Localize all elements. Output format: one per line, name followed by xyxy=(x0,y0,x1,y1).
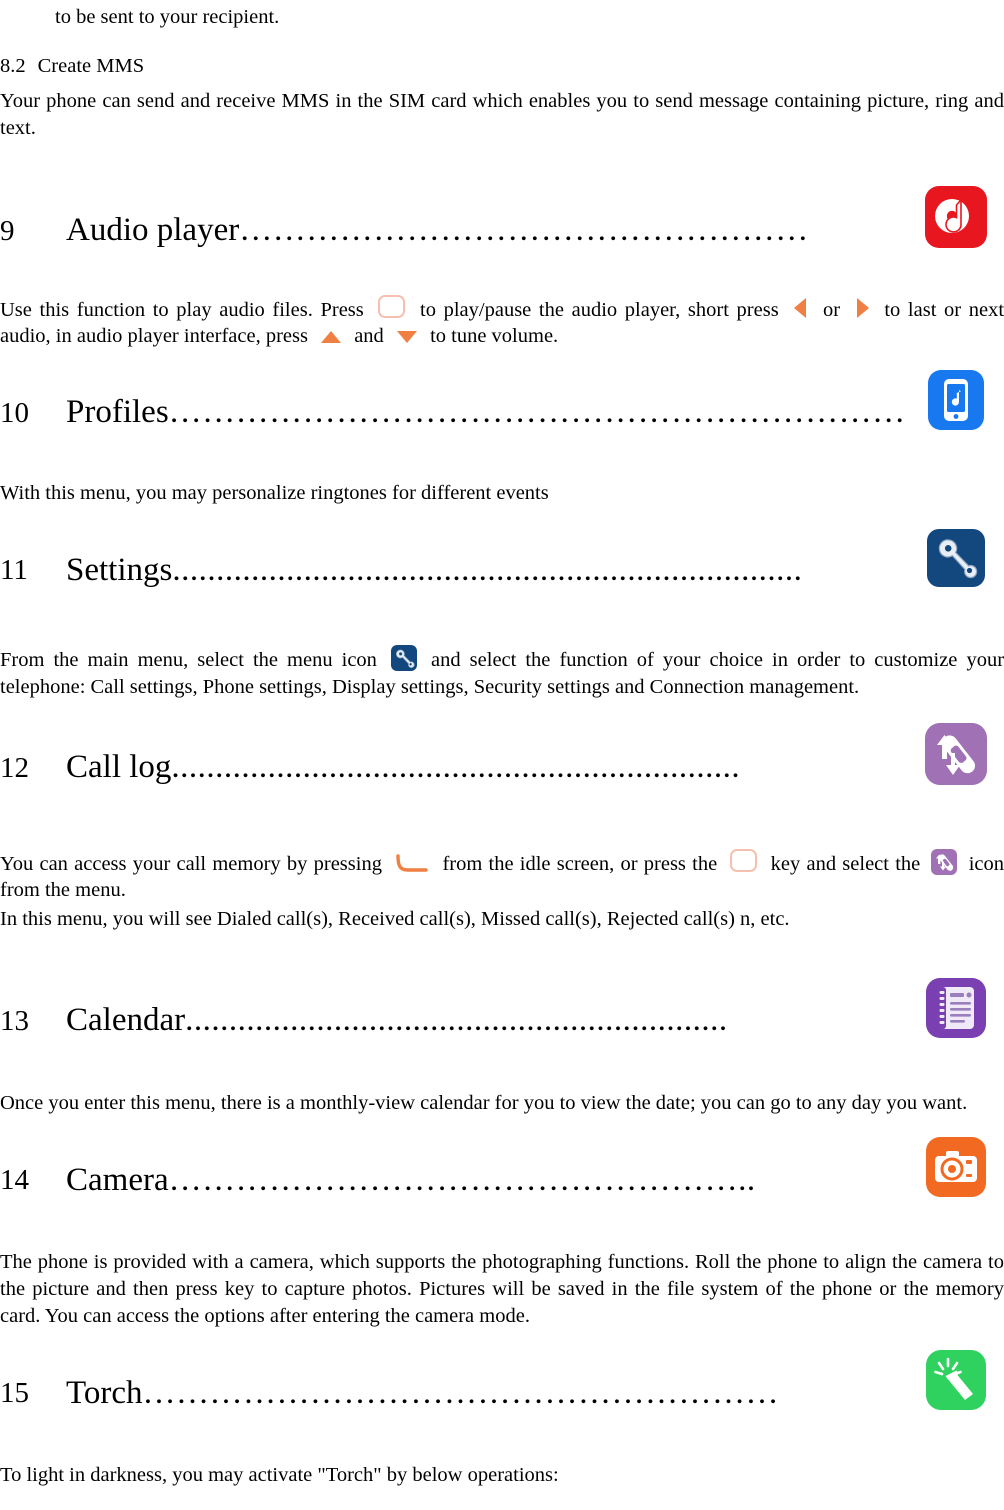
leader-dots: ………………………………………………… xyxy=(142,1375,779,1411)
torch-icon xyxy=(926,1350,986,1411)
calendar-body: Once you enter this menu, there is a mon… xyxy=(0,1091,968,1114)
chapter-title: Settings xyxy=(66,552,173,588)
chapter-icon-slot xyxy=(908,722,1004,785)
torch-body: To light in darkness, you may activate "… xyxy=(0,1464,559,1487)
chapter-heading-settings: 11 Settings ............................… xyxy=(0,529,1004,588)
call-key-icon xyxy=(395,854,429,874)
settings-body: From the main menu, select the menu icon… xyxy=(0,645,1004,700)
leader-dots: ........................................… xyxy=(172,552,803,588)
section-title: Create MMS xyxy=(37,54,145,77)
settings-icon xyxy=(390,645,417,672)
chapter-title: Audio player xyxy=(66,212,240,248)
call-log-body: You can access your call memory by press… xyxy=(0,848,1004,904)
ok-key-icon xyxy=(378,294,406,318)
chapter-heading-call-log: 12 Call log ............................… xyxy=(0,722,1004,785)
chapter-title: Torch xyxy=(66,1375,143,1411)
chapter-icon-slot xyxy=(908,977,1004,1038)
chapter-title: Call log xyxy=(66,750,172,785)
chapter-icon-slot xyxy=(908,185,1004,248)
profiles-icon xyxy=(928,369,984,430)
audio-text-6: to tune volume. xyxy=(430,325,559,348)
section-8-2-body: Your phone can send and receive MMS in t… xyxy=(0,90,1004,139)
chapter-icon-slot xyxy=(908,1350,1004,1411)
chapter-number: 15 xyxy=(0,1377,29,1410)
chapter-heading-audio-player: 9 Audio player …………………………………………… xyxy=(0,185,1004,248)
chapter-icon-slot xyxy=(908,369,1004,430)
down-arrow-icon xyxy=(395,329,419,345)
chapter-number: 10 xyxy=(0,396,29,429)
audio-text-3: or xyxy=(822,298,841,321)
chapter-heading-profiles: 10 Profiles …………………………………………………………………………… xyxy=(0,369,1004,430)
up-arrow-icon xyxy=(319,329,343,345)
camera-body: The phone is provided with a camera, whi… xyxy=(0,1251,1004,1327)
chapter-number: 13 xyxy=(0,1004,29,1037)
chapter-icon-slot xyxy=(908,1137,1004,1198)
ok-key-icon xyxy=(730,848,758,872)
section-number: 8.2 xyxy=(0,54,26,77)
leader-dots: …………………………………………….. xyxy=(168,1162,756,1198)
audio-text-1: Use this function to play audio files. P… xyxy=(0,298,364,321)
calendar-icon xyxy=(926,977,986,1038)
chapter-title: Profiles xyxy=(66,395,169,430)
call-log-icon xyxy=(931,848,958,875)
chapter-number: 9 xyxy=(0,214,15,247)
settings-icon xyxy=(927,529,985,588)
camera-icon xyxy=(926,1137,986,1198)
call-log-body-line2: In this menu, you will see Dialed call(s… xyxy=(0,908,790,931)
audio-text-2: to play/pause the audio player, short pr… xyxy=(420,298,779,321)
chapter-title: Camera xyxy=(66,1162,169,1198)
chapter-title: Calendar xyxy=(66,1003,186,1038)
manual-page: to be sent to your recipient. 8.2 Create… xyxy=(0,4,1004,1510)
chapter-heading-calendar: 13 Calendar ............................… xyxy=(0,977,1004,1038)
chapter-number: 12 xyxy=(0,751,29,784)
call-log-text-3: key and select the xyxy=(770,852,921,875)
chapter-heading-torch: 15 Torch ………………………………………………… xyxy=(0,1350,1004,1411)
section-heading-8-2: 8.2 Create MMS xyxy=(0,53,1004,80)
leader-dots: ........................................… xyxy=(171,750,741,785)
call-log-text-1: You can access your call memory by press… xyxy=(0,852,382,875)
chapter-number: 11 xyxy=(0,554,28,587)
audio-player-icon xyxy=(925,185,987,248)
continuation-text: to be sent to your recipient. xyxy=(55,6,280,28)
right-arrow-icon xyxy=(854,297,871,319)
call-log-text-2: from the idle screen, or press the xyxy=(442,852,718,875)
leader-dots: …………………………………………… xyxy=(239,212,809,248)
chapter-heading-camera: 14 Camera …………………………………………….. xyxy=(0,1137,1004,1198)
chapter-icon-slot xyxy=(908,529,1004,588)
audio-text-5: and xyxy=(354,325,384,348)
profiles-body: With this menu, you may personalize ring… xyxy=(0,481,549,504)
leader-dots: …………………………………………………………………………... xyxy=(168,395,908,430)
left-arrow-icon xyxy=(792,297,809,319)
leader-dots: ........................................… xyxy=(185,1003,728,1038)
settings-text-1: From the main menu, select the menu icon xyxy=(0,649,377,672)
chapter-number: 14 xyxy=(0,1164,29,1197)
audio-player-body: Use this function to play audio files. P… xyxy=(0,294,1004,350)
call-log-icon xyxy=(925,722,987,785)
